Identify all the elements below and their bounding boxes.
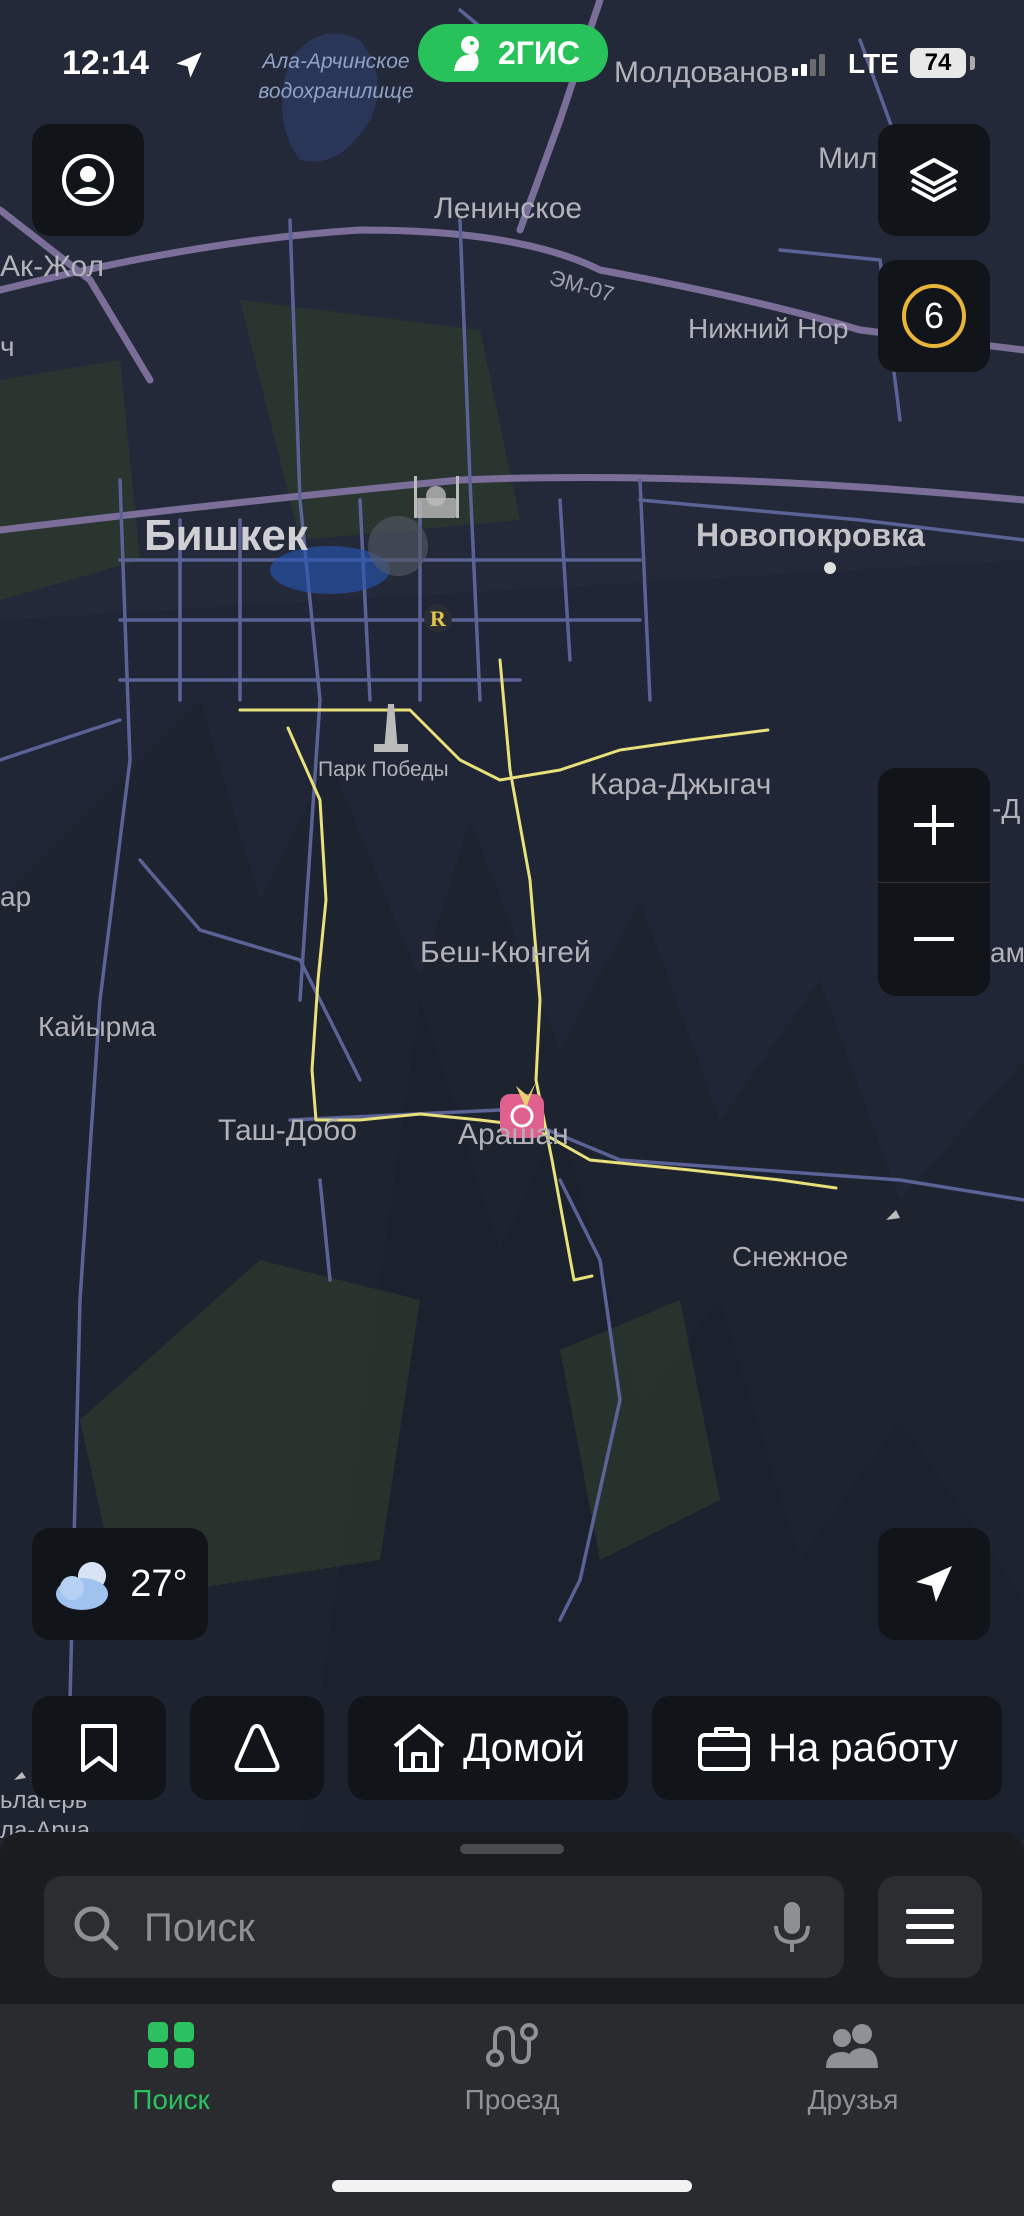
navigator-button[interactable] — [190, 1696, 324, 1800]
map-label-tash-dobo: Таш-Добо — [218, 1114, 357, 1147]
hamburger-menu-icon — [906, 1909, 954, 1944]
layers-icon — [910, 158, 958, 202]
map-label-bishkek: Бишкек — [144, 511, 309, 560]
zoom-out-button[interactable] — [878, 883, 990, 997]
profile-button[interactable] — [32, 124, 144, 236]
home-indicator[interactable] — [332, 2180, 692, 2192]
map-label-edge-right-2: ам — [990, 937, 1024, 968]
map-label-ar: ар — [0, 881, 31, 912]
microphone-icon[interactable] — [768, 1900, 816, 1956]
briefcase-icon — [698, 1727, 751, 1771]
traffic-score-value: 6 — [923, 295, 945, 336]
battery-level: 74 — [924, 49, 952, 76]
home-route-button[interactable]: Домой — [348, 1696, 628, 1800]
brand-bird-icon — [453, 36, 479, 71]
navigation-arrow-icon — [916, 1566, 952, 1602]
zoom-in-button[interactable] — [878, 768, 990, 883]
navigator-triangle-icon — [234, 1724, 280, 1772]
home-icon — [393, 1724, 445, 1772]
map-label-edge-right-1: -Д — [992, 793, 1020, 824]
traffic-score-badge: 6 — [902, 284, 966, 348]
map-label-novopokrovka: Новопокровка — [696, 517, 925, 553]
signal-icon — [792, 54, 825, 76]
map-label-ak-zhol: Ак-Жол — [0, 250, 104, 283]
work-route-button[interactable]: На работу — [652, 1696, 1002, 1800]
home-route-label: Домой — [463, 1725, 585, 1770]
status-time: 12:14 — [62, 44, 149, 82]
zoom-controls — [878, 768, 990, 996]
map-label-arashan: Арашан — [458, 1118, 569, 1151]
tab-friends-label: Друзья — [807, 2084, 899, 2115]
map-label-kara-dzhygach: Кара-Джыгач — [590, 768, 771, 801]
battery-indicator: 74 — [910, 48, 966, 78]
map-label-nizhniy: Нижний Нор — [688, 313, 848, 344]
map-label-park: Парк Победы — [318, 758, 449, 781]
plus-icon — [914, 804, 954, 845]
menu-button[interactable] — [878, 1876, 982, 1978]
location-arrow-icon — [176, 52, 202, 78]
map-label-besh-kungey: Беш-Кюнгей — [420, 936, 591, 969]
svg-text:R: R — [430, 606, 447, 631]
bookmark-icon — [81, 1724, 117, 1772]
sheet-drag-handle[interactable] — [460, 1844, 564, 1854]
grid-icon — [148, 2022, 194, 2068]
network-type: LTE — [848, 48, 899, 79]
layers-button[interactable] — [878, 124, 990, 236]
search-icon — [74, 1906, 119, 1951]
route-icon — [486, 2023, 538, 2067]
minus-icon — [914, 937, 954, 942]
my-location-button[interactable] — [878, 1528, 990, 1640]
brand-name: 2ГИС — [497, 34, 581, 71]
search-input[interactable] — [142, 1876, 746, 1980]
tab-search[interactable]: Поиск — [46, 2020, 296, 2130]
weather-widget[interactable]: 27° — [32, 1528, 208, 1640]
traffic-score-button[interactable]: 6 — [878, 260, 990, 372]
bookmarks-button[interactable] — [32, 1696, 166, 1800]
battery-tip — [970, 56, 975, 70]
status-bar: 12:14 2ГИС LTE 74 — [0, 24, 1024, 90]
tab-route[interactable]: Проезд — [387, 2020, 637, 2130]
map-label-kayyrma: Кайырма — [38, 1011, 156, 1042]
tab-route-label: Проезд — [464, 2084, 560, 2115]
map-label-leninskoe: Ленинское — [434, 192, 582, 225]
partly-cloudy-icon — [56, 1562, 109, 1610]
work-route-label: На работу — [768, 1725, 958, 1770]
map-label-snezhnoe: Снежное — [732, 1241, 848, 1272]
search-bar[interactable] — [44, 1876, 844, 1980]
brand-logo[interactable]: 2ГИС — [418, 24, 608, 82]
tab-friends[interactable]: Друзья — [728, 2020, 978, 2130]
friends-icon — [826, 2024, 878, 2068]
map-label-mil: Мил — [818, 142, 877, 175]
tab-search-label: Поиск — [132, 2084, 210, 2115]
profile-icon — [62, 154, 114, 206]
weather-temperature: 27° — [130, 1562, 188, 1605]
map-label-ch: ч — [0, 331, 15, 362]
